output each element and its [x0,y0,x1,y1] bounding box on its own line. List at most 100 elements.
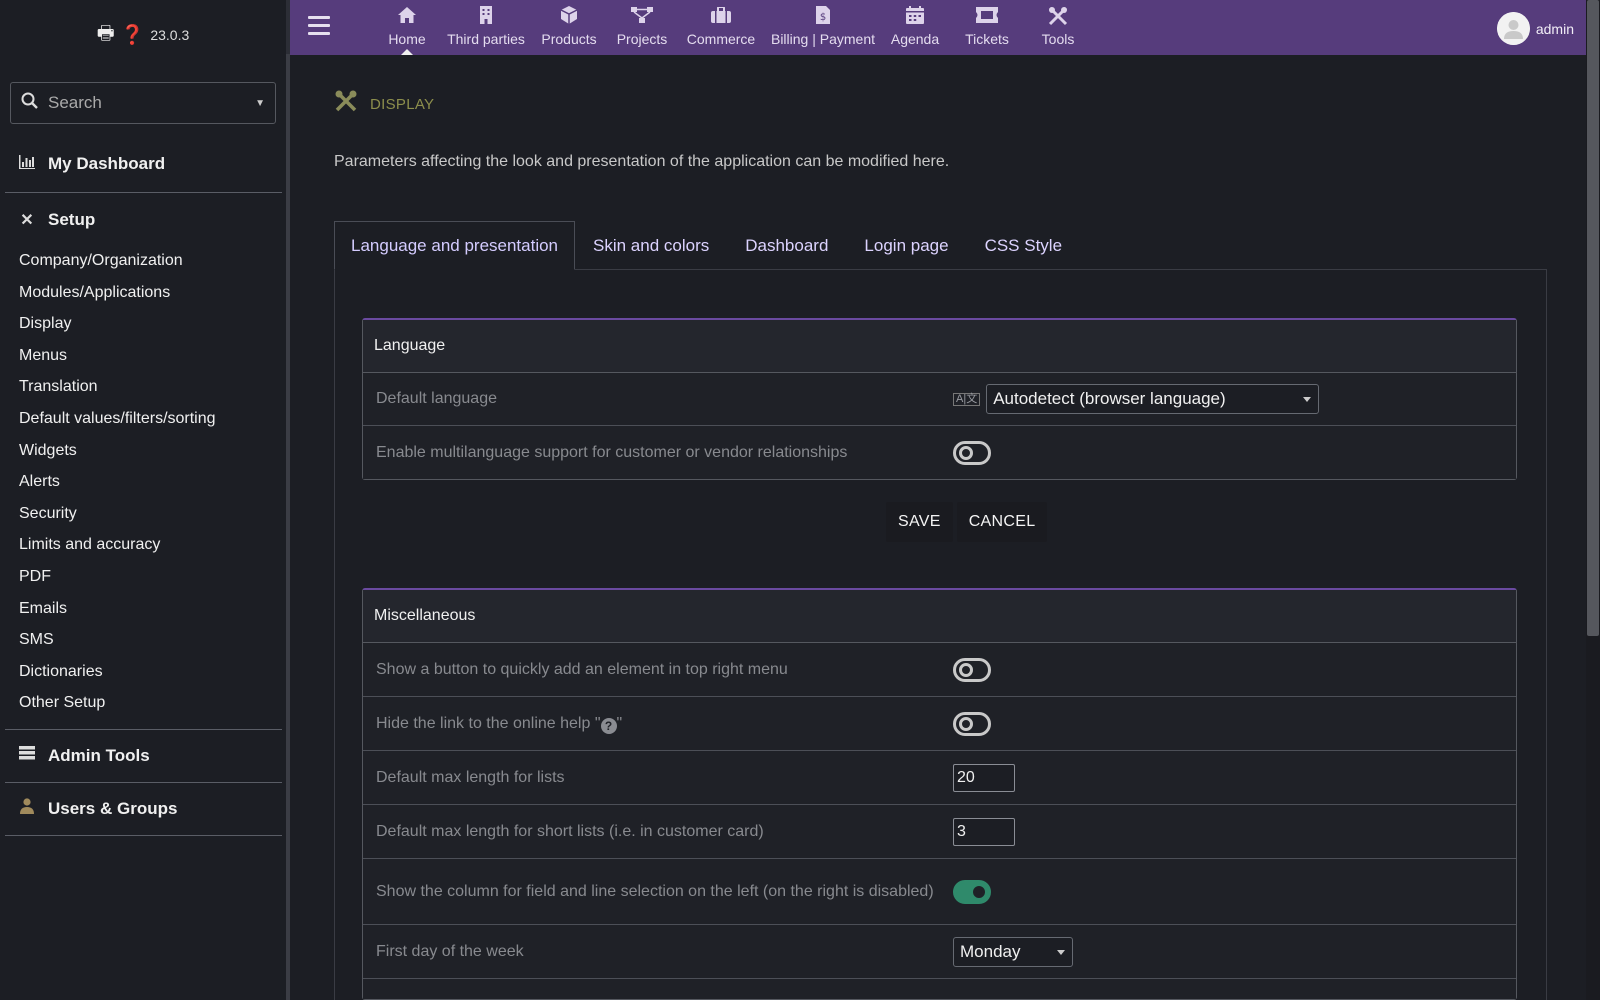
sidebar-item-sms[interactable]: SMS [0,624,286,656]
chart-icon [18,154,36,174]
nav-agenda[interactable]: Agenda [890,0,940,55]
tab-login-page[interactable]: Login page [846,221,966,270]
setting-label: Hide the link to the online help "? " [376,714,623,734]
main-content: DISPLAY Parameters affecting the look an… [294,55,1586,1000]
invoice-icon: $ [816,6,830,28]
username: admin [1535,20,1574,37]
sidebar-item-label: Users & Groups [48,798,178,818]
sidebar-item-pdf[interactable]: PDF [0,561,286,593]
hamburger-menu-icon[interactable] [308,16,330,40]
first-day-select[interactable]: Monday [953,936,1073,967]
user-icon [18,798,36,819]
nav-home[interactable]: Home [384,0,430,55]
setting-row-multilanguage: Enable multilanguage support for custome… [363,426,1516,479]
server-icon [18,746,36,765]
sidebar-item-users-groups[interactable]: Users & Groups [0,783,286,835]
tools-icon [1048,6,1068,28]
sidebar-item-display[interactable]: Display [0,308,286,340]
save-button[interactable]: SAVE [886,502,953,542]
sidebar-item-other-setup[interactable]: Other Setup [0,687,286,719]
app-version: 23.0.3 [150,27,190,43]
sidebar-item-limits[interactable]: Limits and accuracy [0,529,286,561]
setting-row-quick-add: Show a button to quickly add an element … [363,643,1516,697]
user-menu[interactable]: admin [1496,12,1574,45]
selection-column-toggle[interactable] [953,879,991,904]
language-settings-box: Language Default language A|文 Autodetect… [362,318,1517,480]
sidebar-item-label: Admin Tools [48,745,150,765]
language-icon: A|文 [953,392,981,406]
ticket-icon [976,6,998,28]
sidebar-item-translation[interactable]: Translation [0,371,286,403]
max-short-list-length-input[interactable]: 3 [953,817,1015,846]
help-icon[interactable]: ❓ [121,23,145,47]
hide-help-toggle[interactable] [953,711,991,736]
nav-products[interactable]: Products [540,0,598,55]
divider [5,192,282,193]
nav-tickets[interactable]: Tickets [962,0,1012,55]
nav-tools[interactable]: Tools [1038,0,1078,55]
project-icon [631,6,653,28]
cancel-button[interactable]: CANCEL [956,502,1048,542]
max-list-length-input[interactable]: 20 [953,763,1015,792]
tab-dashboard[interactable]: Dashboard [727,221,846,270]
sidebar-item-admin-tools[interactable]: Admin Tools [0,730,286,782]
tab-css-style[interactable]: CSS Style [967,221,1080,270]
setting-label: Default language [376,390,497,407]
app-version-bar: 🖶 ❓ 23.0.3 [0,0,286,70]
sidebar-item-dictionaries[interactable]: Dictionaries [0,656,286,688]
tools-icon [334,89,358,119]
sidebar-item-menus[interactable]: Menus [0,340,286,372]
setting-row-selection-column: Show the column for field and line selec… [363,859,1516,925]
setting-label: Default max length for lists [376,768,565,786]
printer-icon[interactable]: 🖶 [97,19,115,51]
chevron-down-icon [1057,949,1065,955]
sidebar: 🖶 ❓ 23.0.3 Search ▼ My Dashboard ✕ Setup… [0,0,290,1000]
setting-row-max-short-list: Default max length for short lists (i.e.… [363,805,1516,859]
multilanguage-toggle[interactable] [953,440,991,465]
home-icon [397,6,417,28]
sidebar-item-label: Setup [48,210,96,229]
sidebar-item-dashboard[interactable]: My Dashboard [0,136,286,192]
nav-third-parties[interactable]: Third parties [446,0,526,55]
scrollbar-thumb[interactable] [1587,0,1599,636]
sidebar-item-company[interactable]: Company/Organization [0,245,286,277]
building-icon [479,6,493,28]
nav-projects[interactable]: Projects [614,0,670,55]
setup-submenu: Company/Organization Modules/Application… [0,245,286,719]
setting-row-max-list: Default max length for lists 20 [363,751,1516,805]
setting-label: Default max length for short lists (i.e.… [376,822,764,840]
sidebar-item-default-values[interactable]: Default values/filters/sorting [0,403,286,435]
sidebar-scrollbar[interactable] [286,54,290,1000]
setting-label: Enable multilanguage support for custome… [376,443,848,461]
cube-icon [560,6,578,28]
tab-skin-colors[interactable]: Skin and colors [575,221,727,270]
sidebar-item-modules[interactable]: Modules/Applications [0,277,286,309]
box-title: Language [363,320,1516,373]
sidebar-item-label: My Dashboard [48,154,166,173]
nav-commerce[interactable]: Commerce [684,0,758,55]
tab-language-presentation[interactable]: Language and presentation [334,221,576,270]
miscellaneous-settings-box: Miscellaneous Show a button to quickly a… [362,588,1517,1000]
sidebar-item-widgets[interactable]: Widgets [0,435,286,467]
sidebar-item-alerts[interactable]: Alerts [0,466,286,498]
search-input[interactable]: Search ▼ [10,82,276,124]
default-language-select[interactable]: Autodetect (browser language) [986,384,1320,414]
sidebar-item-security[interactable]: Security [0,498,286,530]
nav-billing-payment[interactable]: $ Billing | Payment [768,0,878,55]
tab-bar: Language and presentation Skin and color… [334,221,1080,270]
sidebar-item-setup[interactable]: ✕ Setup [0,195,286,245]
select-value: Monday [960,941,1021,961]
calendar-icon [906,6,924,28]
chevron-down-icon [1303,397,1312,402]
form-buttons: SAVE CANCEL [886,502,1048,542]
setting-row-partial [363,979,1516,999]
search-icon [21,92,38,114]
quick-add-toggle[interactable] [953,657,991,682]
top-navigation-bar: Home Third parties Products Projects Com… [290,0,1586,55]
page-title: DISPLAY [334,89,434,119]
sidebar-item-emails[interactable]: Emails [0,593,286,625]
page-scrollbar[interactable] [1586,0,1600,1000]
setting-label: Show a button to quickly add an element … [376,660,788,678]
chevron-down-icon[interactable]: ▼ [255,98,265,109]
search-placeholder: Search [48,93,102,112]
